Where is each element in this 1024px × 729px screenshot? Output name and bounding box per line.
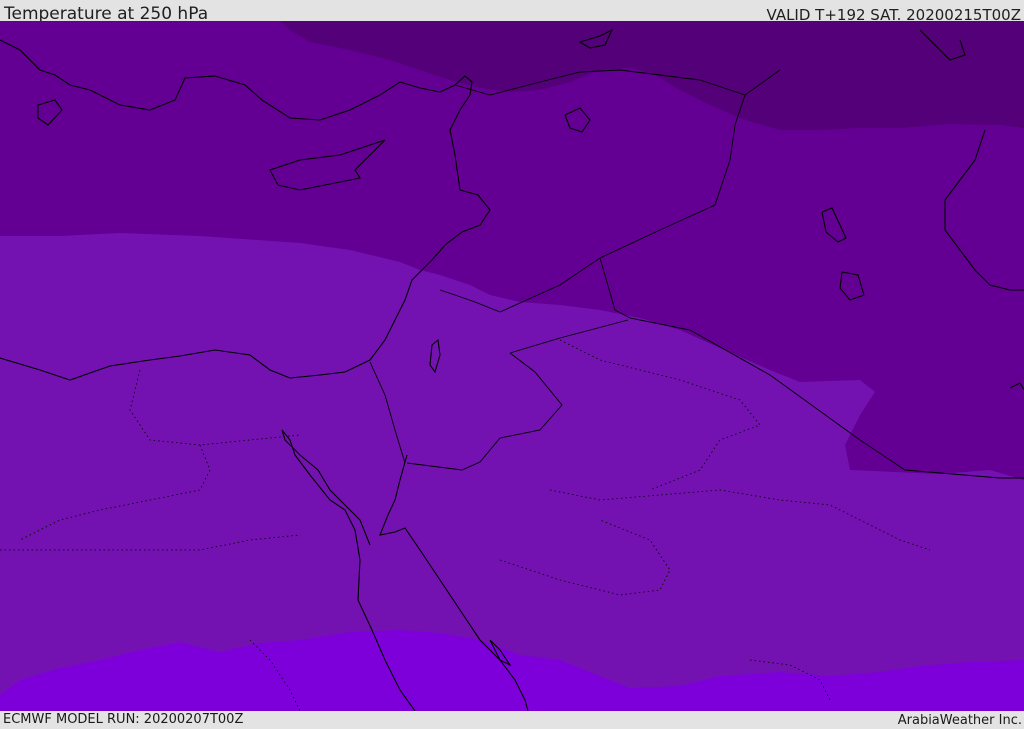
credit-label: ArabiaWeather Inc. [897, 713, 1022, 728]
weather-map-page: Temperature at 250 hPa VALID T+192 SAT. … [0, 0, 1024, 729]
model-run-label: ECMWF MODEL RUN: 20200207T00Z [3, 712, 244, 727]
temperature-map [0, 21, 1024, 711]
